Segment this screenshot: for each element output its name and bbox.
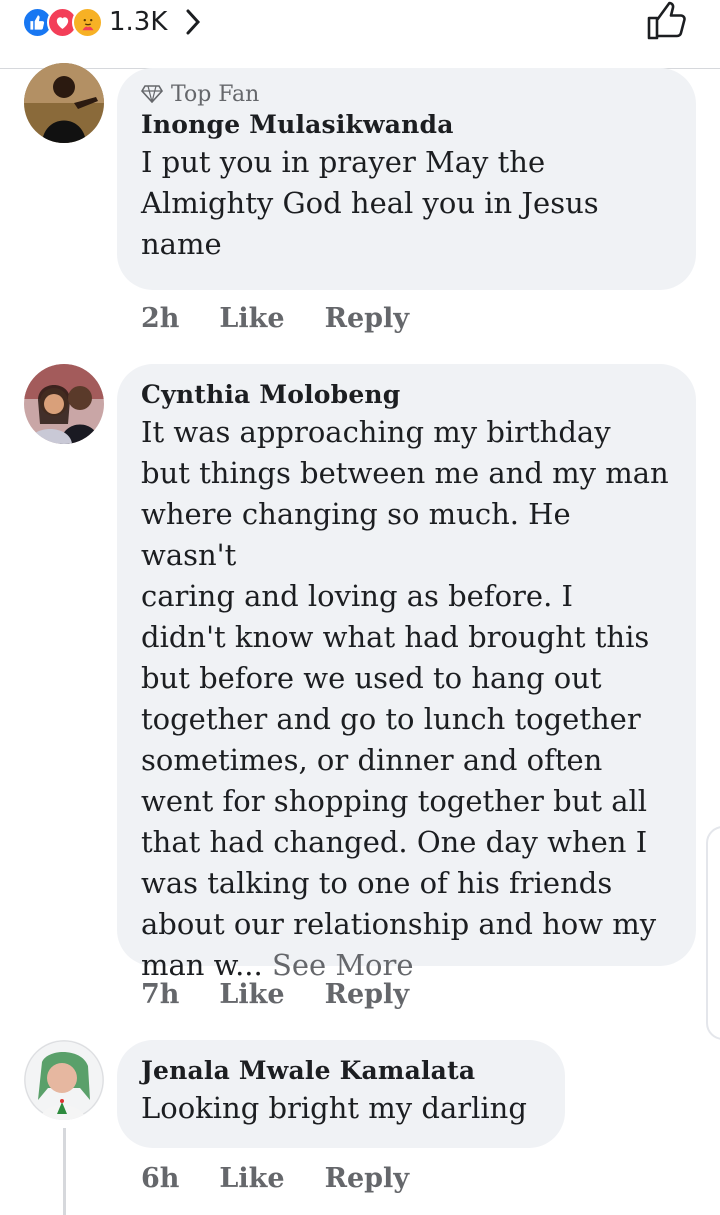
text-line: caring and loving as before. I: [141, 579, 573, 613]
like-post-button[interactable]: [645, 0, 691, 42]
text-line: Almighty God heal you in Jesus: [141, 186, 599, 220]
reply-thread-line: [63, 1128, 66, 1215]
comment-bubble: Jenala Mwale Kamalata Looking bright my …: [117, 1040, 565, 1148]
commenter-name[interactable]: Inonge Mulasikwanda: [141, 108, 672, 142]
reply-button[interactable]: Reply: [325, 979, 409, 1010]
diamond-icon: [141, 85, 163, 103]
commenter-name[interactable]: Cynthia Molobeng: [141, 378, 672, 412]
comment-time[interactable]: 7h: [141, 979, 179, 1010]
text-line: but before we used to hang out: [141, 661, 602, 695]
text-line: name: [141, 227, 222, 261]
reactions-summary[interactable]: 1.3K: [22, 4, 203, 40]
avatar[interactable]: [24, 63, 104, 143]
text-line: didn't know what had brought this: [141, 620, 650, 654]
like-button[interactable]: Like: [219, 303, 284, 334]
text-line: but things between me and my man: [141, 456, 669, 490]
comment-text: Looking bright my darling: [141, 1088, 541, 1129]
comment-actions: 2h Like Reply: [141, 298, 449, 338]
comment-time[interactable]: 2h: [141, 303, 179, 334]
text-line: where changing so much. He wasn't: [141, 497, 571, 572]
text-line: went for shopping together but all: [141, 784, 648, 818]
comment-bubble: Cynthia Molobeng It was approaching my b…: [117, 364, 696, 982]
commenter-name[interactable]: Jenala Mwale Kamalata: [141, 1054, 541, 1088]
badge-label: Top Fan: [171, 81, 260, 107]
reply-button[interactable]: Reply: [325, 303, 409, 334]
avatar[interactable]: [24, 364, 104, 444]
chevron-right-icon[interactable]: [183, 7, 203, 37]
like-button[interactable]: Like: [219, 979, 284, 1010]
reaction-count: 1.3K: [109, 7, 168, 37]
comment-time[interactable]: 6h: [141, 1163, 179, 1194]
text-line: together and go to lunch together: [141, 702, 641, 736]
like-button[interactable]: Like: [219, 1163, 284, 1194]
text-line: Looking bright my darling: [141, 1091, 527, 1125]
text-line: that had changed. One day when I: [141, 825, 648, 859]
text-line: I put you in prayer May the: [141, 145, 546, 179]
text-line: about our relationship and how my: [141, 907, 657, 941]
avatar[interactable]: [24, 1040, 104, 1120]
care-reaction-icon: [72, 6, 103, 38]
reply-button[interactable]: Reply: [325, 1163, 409, 1194]
comment-text: It was approaching my birthday but thing…: [141, 412, 672, 986]
comment-actions: 6h Like Reply: [141, 1158, 449, 1198]
text-line: was talking to one of his friends: [141, 866, 613, 900]
comment-bubble: Top Fan Inonge Mulasikwanda I put you in…: [117, 68, 696, 290]
comment-actions: 7h Like Reply: [141, 974, 449, 1014]
comment-text: I put you in prayer May the Almighty God…: [141, 142, 672, 265]
floating-panel-edge[interactable]: [706, 826, 720, 1040]
reactions-bar: 1.3K: [0, 0, 720, 69]
thumbs-up-outline-icon: [647, 1, 686, 40]
text-line: sometimes, or dinner and often: [141, 743, 603, 777]
text-line: It was approaching my birthday: [141, 415, 611, 449]
top-fan-badge: Top Fan: [141, 80, 672, 108]
